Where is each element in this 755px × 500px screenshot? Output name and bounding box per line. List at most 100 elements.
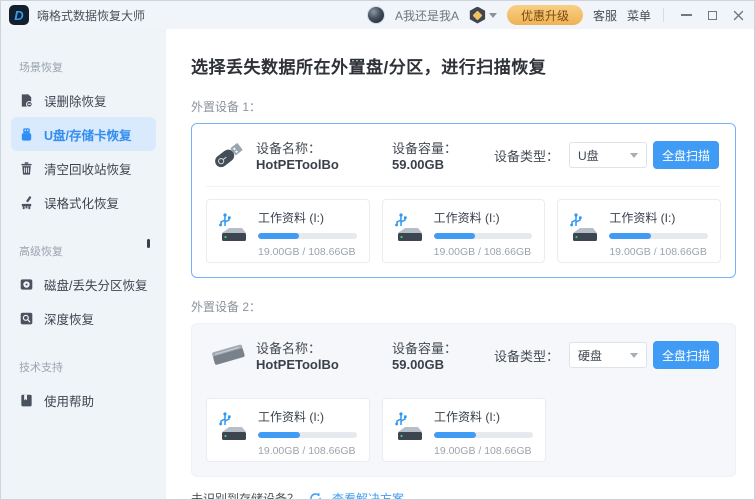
- close-button[interactable]: [732, 9, 744, 21]
- partition-name: 工作资料 (I:): [258, 209, 357, 226]
- usage-bar: [609, 233, 708, 239]
- help-book-icon: [19, 393, 34, 408]
- sidebar-item-label: 误格式化恢复: [44, 193, 119, 212]
- vip-badge[interactable]: [469, 7, 497, 24]
- partition-usage: 19.00GB / 108.66GB: [434, 445, 533, 457]
- main-content: 选择丢失数据所在外置盘/分区，进行扫描恢复 外置设备 1： 设备名称：HotPE…: [166, 29, 754, 499]
- partition-usage: 19.00GB / 108.66GB: [258, 445, 357, 457]
- view-solution-link[interactable]: 查看解决方案: [332, 490, 404, 499]
- upgrade-button[interactable]: 优惠升级: [507, 5, 583, 25]
- sidebar-section-advanced: 高级恢复: [19, 243, 166, 259]
- trash-icon: [19, 161, 34, 176]
- titlebar-right: A我还是我A 优惠升级 客服 菜单: [367, 5, 744, 25]
- device-1-partitions: 工作资料 (I:) 19.00GB / 108.66GB 工作资料 (I:): [192, 187, 735, 277]
- full-scan-button[interactable]: 全盘扫描: [653, 141, 719, 169]
- device-name: 设备名称：HotPEToolBo: [256, 138, 392, 172]
- partition-card[interactable]: 工作资料 (I:) 19.00GB / 108.66GB: [382, 398, 546, 462]
- titlebar-left: D 嗨格式数据恢复大师: [9, 5, 145, 25]
- partition-usage: 19.00GB / 108.66GB: [258, 246, 357, 258]
- device-type-label: 设备类型：: [494, 146, 559, 165]
- device-2-label: 外置设备 2：: [191, 298, 736, 315]
- partition-name: 工作资料 (I:): [609, 209, 708, 226]
- sidebar-item-recycle-bin-recovery[interactable]: 清空回收站恢复: [11, 151, 156, 185]
- sidebar-item-label: 清空回收站恢复: [44, 159, 132, 178]
- usb-icon: [19, 127, 34, 142]
- footer: 未识别到存储设备？ 查看解决方案: [191, 490, 736, 499]
- usage-bar: [258, 233, 357, 239]
- partition-card[interactable]: 工作资料 (I:) 19.00GB / 108.66GB: [382, 199, 546, 263]
- file-icon: [19, 93, 34, 108]
- partition-drive-icon: [392, 408, 426, 453]
- partition-usage: 19.00GB / 108.66GB: [434, 246, 533, 258]
- window-controls: [680, 9, 744, 21]
- full-scan-button[interactable]: 全盘扫描: [653, 341, 719, 369]
- maximize-button[interactable]: [706, 9, 718, 21]
- device-card-1: 设备名称：HotPEToolBo 设备容量：59.00GB 设备类型： U盘 全…: [191, 123, 736, 278]
- minimize-button[interactable]: [680, 9, 692, 21]
- sidebar-item-label: U盘/存储卡恢复: [44, 125, 132, 144]
- sidebar-item-label: 误删除恢复: [44, 91, 107, 110]
- partition-usage: 19.00GB / 108.66GB: [609, 246, 708, 258]
- chevron-down-icon: [630, 153, 638, 158]
- partition-drive-icon: [216, 209, 250, 254]
- device-1-header: 设备名称：HotPEToolBo 设备容量：59.00GB 设备类型： U盘 全…: [192, 124, 735, 186]
- partition-card[interactable]: 工作资料 (I:) 19.00GB / 108.66GB: [206, 199, 370, 263]
- partition-name: 工作资料 (I:): [434, 408, 533, 425]
- device-capacity: 设备容量：59.00GB: [392, 138, 494, 172]
- device-1-label: 外置设备 1：: [191, 98, 736, 115]
- sidebar-item-help[interactable]: 使用帮助: [11, 383, 156, 417]
- sidebar: 场景恢复 误删除恢复 U盘/存储卡恢复 清空回收站恢复 误格式化恢复 高级恢复: [1, 29, 166, 499]
- sidebar-item-label: 磁盘/丢失分区恢复: [44, 275, 147, 294]
- sidebar-section-support: 技术支持: [19, 359, 166, 375]
- app-title: 嗨格式数据恢复大师: [37, 7, 145, 24]
- deep-scan-icon: [19, 311, 34, 326]
- sidebar-item-undelete-recovery[interactable]: 误删除恢复: [11, 83, 156, 117]
- app-window: D 嗨格式数据恢复大师 A我还是我A 优惠升级 客服 菜单: [0, 0, 755, 500]
- hard-disk-icon: [208, 340, 256, 370]
- usb-drive-icon: [208, 139, 256, 171]
- support-link[interactable]: 客服: [593, 7, 617, 24]
- partition-name: 工作资料 (I:): [258, 408, 357, 425]
- usage-bar: [434, 432, 533, 438]
- avatar[interactable]: [367, 6, 385, 24]
- device-type-select[interactable]: 硬盘: [569, 342, 647, 368]
- sidebar-item-usb-recovery[interactable]: U盘/存储卡恢复: [11, 117, 156, 151]
- page-title: 选择丢失数据所在外置盘/分区，进行扫描恢复: [191, 53, 736, 78]
- partition-drive-icon: [216, 408, 250, 453]
- close-icon: [733, 10, 744, 21]
- chevron-down-icon: [630, 353, 638, 358]
- sidebar-item-format-recovery[interactable]: 误格式化恢复: [11, 185, 156, 219]
- partition-drive-icon: [392, 209, 426, 254]
- device-2-partitions: 工作资料 (I:) 19.00GB / 108.66GB 工作资料 (I:): [192, 386, 735, 476]
- sidebar-item-label: 使用帮助: [44, 391, 94, 410]
- sidebar-item-deep-recovery[interactable]: 深度恢复: [11, 301, 156, 335]
- titlebar: D 嗨格式数据恢复大师 A我还是我A 优惠升级 客服 菜单: [1, 1, 754, 29]
- device-not-found-question: 未识别到存储设备？: [191, 490, 299, 499]
- chevron-down-icon: [489, 13, 497, 18]
- username[interactable]: A我还是我A: [395, 7, 459, 24]
- refresh-button[interactable]: [309, 492, 322, 499]
- device-name: 设备名称：HotPEToolBo: [256, 338, 392, 372]
- device-type-label: 设备类型：: [494, 346, 559, 365]
- sidebar-scrollbar-thumb[interactable]: [147, 239, 150, 248]
- sidebar-section-scene: 场景恢复: [19, 59, 166, 75]
- sidebar-item-label: 深度恢复: [44, 309, 94, 328]
- format-brush-icon: [19, 195, 34, 210]
- refresh-icon: [309, 492, 322, 499]
- titlebar-divider: [663, 8, 664, 22]
- device-type-select[interactable]: U盘: [569, 142, 647, 168]
- menu-link[interactable]: 菜单: [627, 7, 651, 24]
- partition-name: 工作资料 (I:): [434, 209, 533, 226]
- device-capacity: 设备容量：59.00GB: [392, 338, 494, 372]
- partition-drive-icon: [567, 209, 601, 254]
- sidebar-item-disk-partition-recovery[interactable]: 磁盘/丢失分区恢复: [11, 267, 156, 301]
- vip-hexagon-icon: [469, 7, 486, 24]
- usage-bar: [434, 233, 533, 239]
- disk-icon: [19, 277, 34, 292]
- device-card-2: 设备名称：HotPEToolBo 设备容量：59.00GB 设备类型： 硬盘 全…: [191, 323, 736, 477]
- app-logo: D: [9, 5, 29, 25]
- partition-card[interactable]: 工作资料 (I:) 19.00GB / 108.66GB: [557, 199, 721, 263]
- usage-bar: [258, 432, 357, 438]
- partition-card[interactable]: 工作资料 (I:) 19.00GB / 108.66GB: [206, 398, 370, 462]
- device-2-header: 设备名称：HotPEToolBo 设备容量：59.00GB 设备类型： 硬盘 全…: [192, 324, 735, 386]
